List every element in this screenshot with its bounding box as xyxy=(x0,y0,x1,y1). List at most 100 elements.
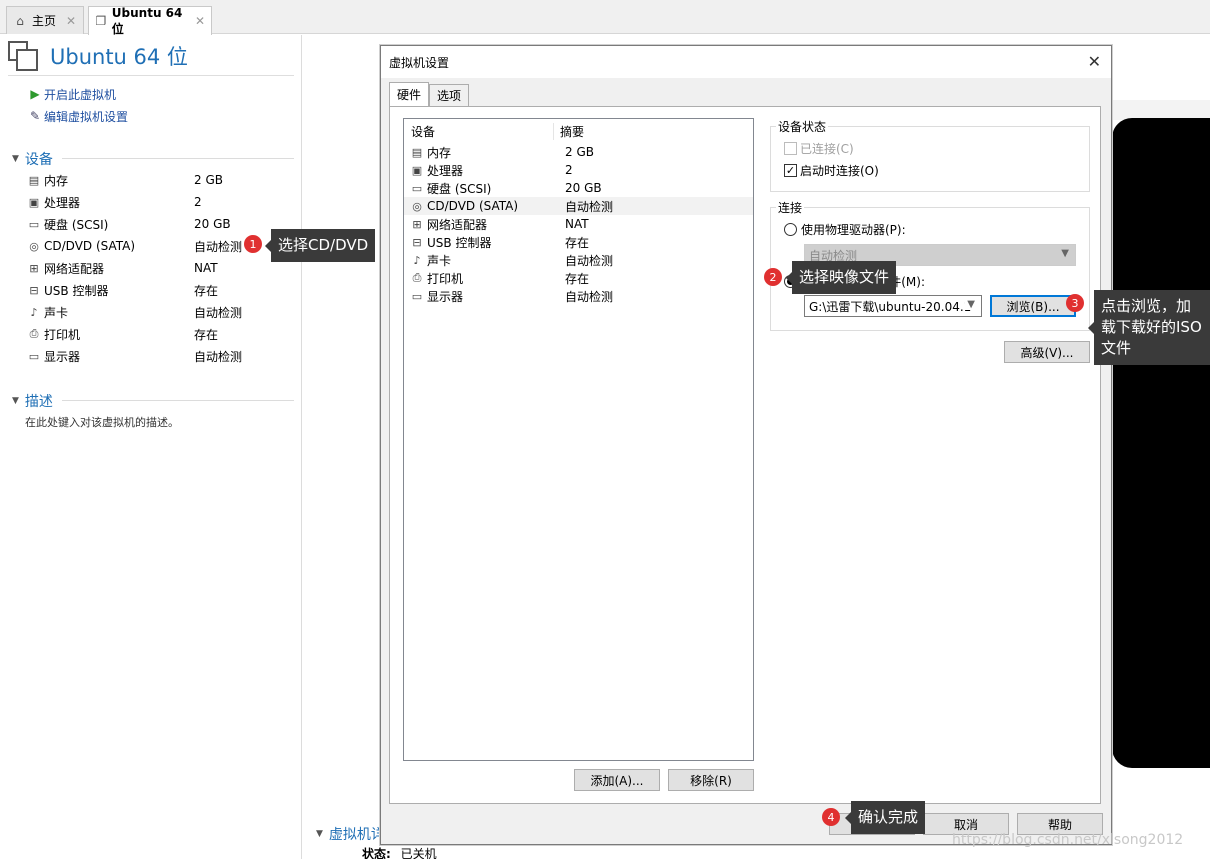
device-status-label: 设备状态 xyxy=(776,118,829,135)
vm-preview-screen[interactable] xyxy=(1112,118,1210,768)
device-value: NAT xyxy=(194,261,218,275)
device-value: 2 GB xyxy=(194,173,223,187)
description-placeholder[interactable]: 在此处键入对该虚拟机的描述。 xyxy=(25,414,179,430)
list-item[interactable]: ⎙ 打印机 存在 xyxy=(404,269,753,287)
device-value: 2 xyxy=(194,195,202,209)
cpu-icon: ▣ xyxy=(411,163,423,177)
hardware-panel: 设备 摘要 ▤ 内存 2 GB ▣ 处理器 2 ▭ 硬盘 (SCSI) 20 GB ◎ CD/… xyxy=(389,106,1101,804)
connected-label: 已连接(C) xyxy=(800,142,854,156)
connection-label: 连接 xyxy=(776,199,805,216)
step-badge-2: 2 xyxy=(764,268,782,286)
cdrom-icon: ◎ xyxy=(29,239,39,253)
chevron-down-icon: ▼ xyxy=(1061,248,1069,259)
device-name: 打印机 xyxy=(427,271,464,286)
network-icon: ⊞ xyxy=(412,217,422,231)
list-item[interactable]: ▤ 内存 2 GB xyxy=(404,143,753,161)
list-item[interactable]: ▣ 处理器 2 xyxy=(404,161,753,179)
dialog-title: 虚拟机设置 xyxy=(389,55,450,70)
device-name: 处理器 xyxy=(427,163,464,178)
remove-hardware-button[interactable]: 移除(R) xyxy=(668,769,754,791)
connected-checkbox[interactable]: 已连接(C) xyxy=(784,140,854,157)
radio-circle xyxy=(784,223,797,236)
hardware-list[interactable]: 设备 摘要 ▤ 内存 2 GB ▣ 处理器 2 ▭ 硬盘 (SCSI) 20 GB ◎ CD/… xyxy=(403,118,754,761)
list-item[interactable]: ⊞ 网络适配器 NAT xyxy=(404,215,753,233)
step-tip-3: 点击浏览，加载下载好的ISO文件 xyxy=(1088,290,1210,365)
chevron-down-icon: ▼ xyxy=(965,299,975,310)
edit-settings-label: 编辑虚拟机设置 xyxy=(44,109,129,124)
tab-home-label: 主页 xyxy=(32,14,57,28)
device-name: USB 控制器 xyxy=(44,283,109,298)
harddisk-icon: ▭ xyxy=(411,181,423,195)
browse-button[interactable]: 浏览(B)... xyxy=(990,295,1076,317)
memory-icon: ▤ xyxy=(411,145,423,159)
device-summary: 2 GB xyxy=(565,145,594,159)
vm-summary-pane: Ubuntu 64 位 ▶ 开启此虚拟机 ✎ 编辑虚拟机设置 ▼ 设备 ▤ 内存 2… xyxy=(0,35,302,859)
device-name: CD/DVD (SATA) xyxy=(44,239,136,253)
vm-large-icon xyxy=(8,41,38,71)
tab-options[interactable]: 选项 xyxy=(429,84,470,106)
device-value: 20 GB xyxy=(194,217,231,231)
collapse-icon: ▼ xyxy=(12,154,19,164)
cpu-icon: ▣ xyxy=(28,195,40,209)
divider xyxy=(8,75,294,76)
device-row-printer[interactable]: ⎙ 打印机 存在 xyxy=(26,323,296,345)
close-icon[interactable]: ✕ xyxy=(1088,52,1101,71)
tab-hardware[interactable]: 硬件 xyxy=(389,82,430,106)
tab-home[interactable]: ⌂ 主页 ✕ xyxy=(6,6,84,34)
list-item[interactable]: ▭ 硬盘 (SCSI) 20 GB xyxy=(404,179,753,197)
vm-status: 状态: 已关机 xyxy=(362,845,437,859)
step-badge-4: 4 xyxy=(822,808,840,826)
device-row-network[interactable]: ⊞ 网络适配器 NAT xyxy=(26,257,296,279)
description-section-header[interactable]: ▼ 描述 xyxy=(12,391,294,411)
column-device[interactable]: 设备 xyxy=(404,122,554,140)
tab-ubuntu[interactable]: ❐ Ubuntu 64 位 ✕ xyxy=(88,6,212,36)
details-section-header[interactable]: ▼ 虚拟机详 xyxy=(316,824,385,844)
tab-strip: ⌂ 主页 ✕ ❐ Ubuntu 64 位 ✕ xyxy=(0,0,1210,36)
step-tip-4: 确认完成 xyxy=(844,801,926,834)
advanced-button[interactable]: 高级(V)... xyxy=(1004,341,1090,363)
sound-icon: ♪ xyxy=(30,305,38,319)
device-summary: 自动检测 xyxy=(565,199,614,214)
edit-settings-link[interactable]: ✎ 编辑虚拟机设置 xyxy=(28,105,128,127)
device-row-usb[interactable]: ⊟ USB 控制器 存在 xyxy=(26,279,296,301)
display-icon: ▭ xyxy=(411,289,423,303)
device-row-memory[interactable]: ▤ 内存 2 GB xyxy=(26,169,296,191)
column-summary[interactable]: 摘要 xyxy=(554,123,584,140)
collapse-icon: ▼ xyxy=(316,829,323,839)
list-item[interactable]: ▭ 显示器 自动检测 xyxy=(404,287,753,305)
device-summary: 存在 xyxy=(565,271,590,286)
list-item-selected[interactable]: ◎ CD/DVD (SATA) 自动检测 xyxy=(404,197,753,215)
harddisk-icon: ▭ xyxy=(28,217,40,231)
physical-drive-radio[interactable]: 使用物理驱动器(P): xyxy=(784,221,906,238)
step-badge-3: 3 xyxy=(1066,294,1084,312)
devices-section-header[interactable]: ▼ 设备 xyxy=(12,149,294,169)
device-row-cpu[interactable]: ▣ 处理器 2 xyxy=(26,191,296,213)
close-icon[interactable]: ✕ xyxy=(66,14,76,28)
device-row-harddisk[interactable]: ▭ 硬盘 (SCSI) 20 GB xyxy=(26,213,296,235)
edit-icon: ✎ xyxy=(29,109,41,123)
iso-path-input[interactable]: G:\迅雷下载\ubuntu-20.04.1 ▼ xyxy=(804,295,982,317)
watermark: https://blog.csdn.net/xlsong2012 xyxy=(952,832,1184,848)
dialog-titlebar: 虚拟机设置 ✕ xyxy=(381,46,1111,78)
add-hardware-button[interactable]: 添加(A)... xyxy=(574,769,660,791)
device-summary: 20 GB xyxy=(565,181,602,195)
vm-icon: ❐ xyxy=(95,14,107,28)
check-icon: ✓ xyxy=(784,164,797,177)
list-item[interactable]: ♪ 声卡 自动检测 xyxy=(404,251,753,269)
device-row-display[interactable]: ▭ 显示器 自动检测 xyxy=(26,345,296,367)
power-on-link[interactable]: ▶ 开启此虚拟机 xyxy=(28,83,128,105)
connect-on-start-checkbox[interactable]: ✓ 启动时连接(O) xyxy=(784,162,879,179)
device-row-sound[interactable]: ♪ 声卡 自动检测 xyxy=(26,301,296,323)
device-name: CD/DVD (SATA) xyxy=(427,199,519,213)
usb-icon: ⊟ xyxy=(29,283,39,297)
device-name: 硬盘 (SCSI) xyxy=(427,181,492,196)
device-name: 显示器 xyxy=(427,289,464,304)
list-item[interactable]: ⊟ USB 控制器 存在 xyxy=(404,233,753,251)
printer-icon: ⎙ xyxy=(29,327,39,340)
device-name: 内存 xyxy=(44,173,69,188)
devices-section-title: 设备 xyxy=(24,152,53,168)
close-icon[interactable]: ✕ xyxy=(195,14,205,28)
printer-icon: ⎙ xyxy=(412,271,422,284)
iso-path-value: G:\迅雷下载\ubuntu-20.04.1 xyxy=(809,299,972,314)
network-icon: ⊞ xyxy=(29,261,39,275)
